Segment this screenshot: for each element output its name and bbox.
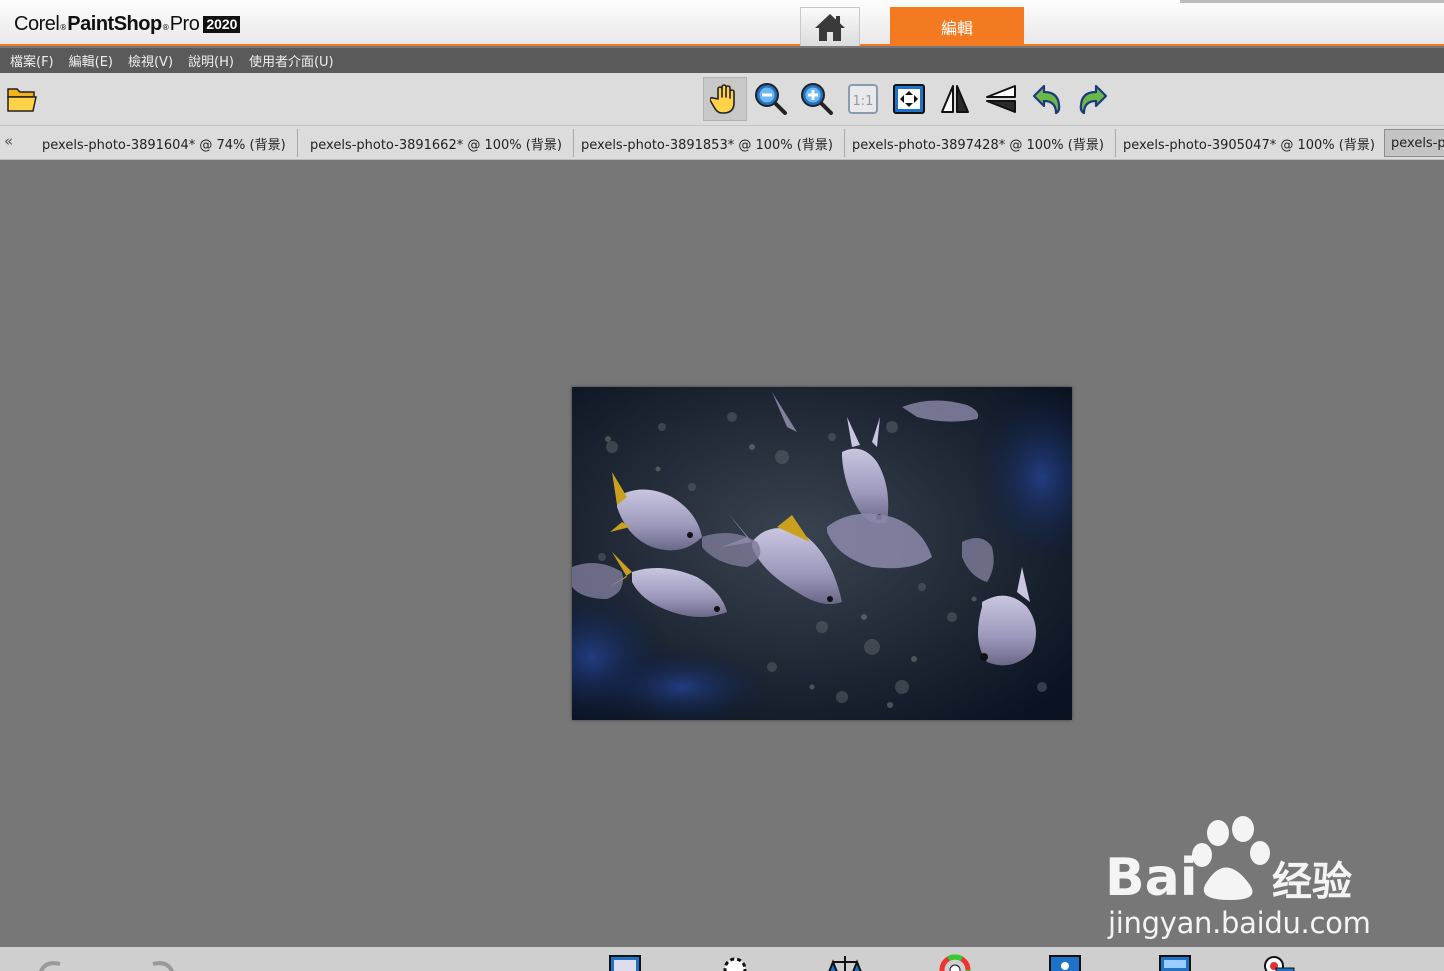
zoom-in-button[interactable] (795, 77, 839, 121)
flip-horizontal-icon (941, 85, 969, 113)
window-shade (1180, 0, 1444, 3)
bottom-toolbar (0, 947, 1444, 971)
redo-icon (1079, 84, 1108, 115)
folder-open-icon (7, 88, 37, 112)
redo-button[interactable] (1071, 77, 1115, 121)
actual-size-button[interactable]: 1:1 (841, 77, 885, 121)
zoom-in-icon (801, 83, 833, 115)
color-wheel-icon[interactable] (938, 954, 972, 971)
open-file-button[interactable] (0, 77, 44, 121)
tab-scroll-left-icon[interactable]: « (4, 132, 13, 150)
rotate-left-icon[interactable] (34, 954, 68, 971)
menu-help[interactable]: 說明(H) (188, 51, 234, 70)
flip-vertical-button[interactable] (979, 77, 1023, 121)
balance-scale-icon[interactable] (828, 954, 862, 971)
document-tab-bar: « pexels-photo-3891604* @ 74% (背景) pexel… (0, 126, 1444, 160)
document-tab[interactable]: pexels-photo-3891853* @ 100% (背景) (570, 129, 845, 157)
logo-corel: Corel (14, 13, 60, 35)
portrait-photo-icon[interactable] (1048, 954, 1082, 971)
undo-button[interactable] (1025, 77, 1069, 121)
logo-year: 2020 (203, 16, 241, 33)
fit-to-window-icon (893, 84, 925, 114)
fit-to-window-button[interactable] (887, 77, 931, 121)
menu-edit[interactable]: 編輯(E) (69, 51, 113, 70)
menu-user-interface[interactable]: 使用者介面(U) (249, 51, 334, 70)
baidu-watermark-domain: jingyan.baidu.com (1108, 906, 1371, 940)
document-tab[interactable]: pexels-photo-3905047* @ 100% (背景) (1112, 129, 1387, 157)
app-logo: Corel ® PaintShop ® Pro 2020 (14, 13, 241, 37)
red-eye-icon[interactable] (1262, 954, 1296, 971)
home-button[interactable] (800, 7, 860, 46)
undo-icon (1032, 84, 1061, 115)
title-bar: Corel ® PaintShop ® Pro 2020 編輯 (0, 0, 1444, 46)
photo-fish-image[interactable] (572, 387, 1072, 720)
toolbar: 1:1 (0, 73, 1444, 126)
flip-horizontal-button[interactable] (933, 77, 977, 121)
adjust-image-icon[interactable] (608, 954, 642, 971)
pan-hand-icon (710, 84, 735, 114)
document-tab-selected[interactable]: pexels-pl (1384, 129, 1444, 157)
svg-text:Bai: Bai (1105, 848, 1198, 908)
effects-gear-icon[interactable] (718, 954, 752, 971)
rotate-right-icon[interactable] (145, 954, 179, 971)
logo-paintshop: PaintShop (67, 13, 162, 35)
svg-text:经验: 经验 (1272, 859, 1352, 905)
menu-view[interactable]: 檢視(V) (128, 51, 173, 70)
home-icon (815, 14, 845, 41)
svg-text:1:1: 1:1 (853, 94, 874, 109)
actual-size-icon: 1:1 (848, 84, 878, 114)
logo-pro: Pro (169, 13, 200, 35)
menu-bar: 檔案(F) 編輯(E) 檢視(V) 說明(H) 使用者介面(U) (0, 48, 1444, 73)
document-tab[interactable]: pexels-photo-3897428* @ 100% (背景) (841, 129, 1116, 157)
document-tab[interactable]: pexels-photo-3891604* @ 74% (背景) (31, 129, 298, 157)
pan-tool-button[interactable] (703, 77, 747, 121)
grid-photo-icon[interactable] (1158, 954, 1192, 971)
edit-workspace-tab[interactable]: 編輯 (890, 7, 1024, 46)
zoom-out-icon (755, 83, 787, 115)
menu-file[interactable]: 檔案(F) (10, 51, 54, 70)
document-tab[interactable]: pexels-photo-3891662* @ 100% (背景) (299, 129, 574, 157)
zoom-out-button[interactable] (749, 77, 793, 121)
flip-vertical-icon (986, 85, 1016, 113)
